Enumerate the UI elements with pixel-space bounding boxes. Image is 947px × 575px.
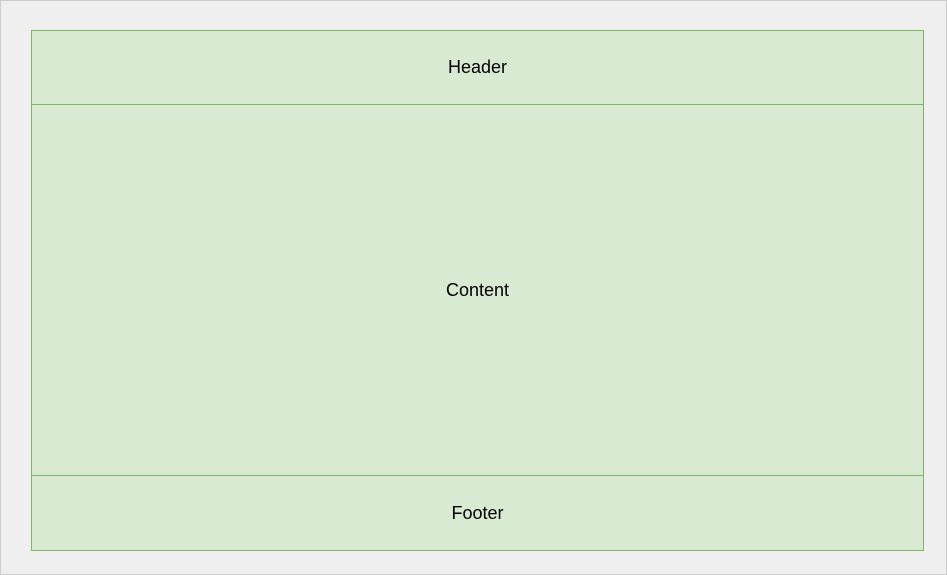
content-region: Content bbox=[32, 105, 923, 476]
header-label: Header bbox=[447, 57, 508, 77]
header-region: Header bbox=[32, 31, 923, 105]
footer-label: Footer bbox=[451, 502, 504, 523]
content-label: Content bbox=[445, 279, 510, 300]
footer-region: Footer bbox=[32, 476, 923, 550]
diagram-canvas: Header Content Footer bbox=[0, 0, 947, 575]
page-layout-diagram: Header Content Footer bbox=[31, 30, 924, 551]
